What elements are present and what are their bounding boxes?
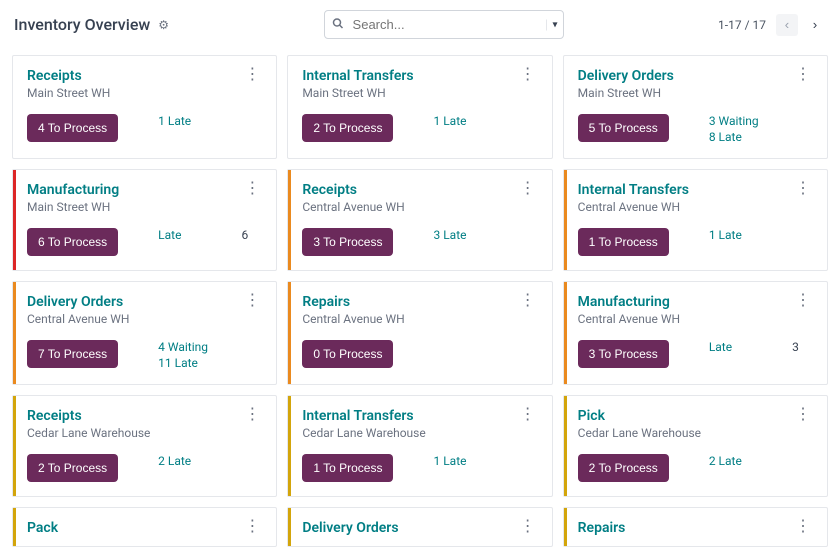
- kebab-icon[interactable]: ⋮: [518, 520, 538, 532]
- stat-link[interactable]: 3 Late: [433, 228, 466, 242]
- card-title[interactable]: Internal Transfers: [302, 68, 413, 84]
- card-subtitle: Cedar Lane Warehouse: [27, 426, 150, 440]
- card-title[interactable]: Manufacturing: [27, 182, 119, 198]
- to-process-button[interactable]: 2 To Process: [302, 114, 393, 142]
- to-process-button[interactable]: 5 To Process: [578, 114, 669, 142]
- stat-number: 3: [792, 340, 799, 354]
- to-process-button[interactable]: 1 To Process: [302, 454, 393, 482]
- gear-icon[interactable]: ⚙: [158, 18, 169, 32]
- operation-card: Internal Transfers Main Street WH ⋮ 2 To Pr…: [287, 55, 552, 159]
- card-title[interactable]: Delivery Orders: [302, 520, 398, 536]
- operation-card: Delivery Orders ⋮: [287, 507, 552, 547]
- kebab-icon[interactable]: ⋮: [518, 182, 538, 194]
- kebab-icon[interactable]: ⋮: [518, 408, 538, 420]
- card-subtitle: Main Street WH: [27, 200, 119, 214]
- to-process-button[interactable]: 3 To Process: [302, 228, 393, 256]
- kebab-icon[interactable]: ⋮: [793, 520, 813, 532]
- kebab-icon[interactable]: ⋮: [242, 68, 262, 80]
- stat-link[interactable]: 11 Late: [158, 356, 208, 370]
- search-icon: [332, 17, 344, 32]
- card-title[interactable]: Repairs: [302, 294, 404, 310]
- stat-link[interactable]: 1 Late: [158, 114, 191, 128]
- stat-link[interactable]: 1 Late: [433, 114, 466, 128]
- card-subtitle: Main Street WH: [578, 86, 674, 100]
- pager-prev-button[interactable]: ‹: [776, 14, 798, 36]
- operation-card: Manufacturing Main Street WH ⋮ 6 To Process…: [12, 169, 277, 271]
- kebab-icon[interactable]: ⋮: [242, 182, 262, 194]
- search-input[interactable]: [324, 10, 564, 39]
- stat-link[interactable]: Late: [158, 228, 181, 242]
- card-subtitle: Cedar Lane Warehouse: [302, 426, 425, 440]
- stat-link[interactable]: 2 Late: [709, 454, 742, 468]
- to-process-button[interactable]: 7 To Process: [27, 340, 118, 368]
- kebab-icon[interactable]: ⋮: [518, 68, 538, 80]
- pager-count: 1-17 / 17: [718, 18, 766, 32]
- card-subtitle: Main Street WH: [27, 86, 110, 100]
- stat-link[interactable]: 4 Waiting: [158, 340, 208, 354]
- card-subtitle: Central Avenue WH: [578, 312, 680, 326]
- stat-link[interactable]: 2 Late: [158, 454, 191, 468]
- card-title[interactable]: Internal Transfers: [578, 182, 689, 198]
- to-process-button[interactable]: 4 To Process: [27, 114, 118, 142]
- chevron-down-icon[interactable]: ▾: [546, 19, 558, 30]
- pager-next-button[interactable]: ›: [804, 14, 826, 36]
- to-process-button[interactable]: 0 To Process: [302, 340, 393, 368]
- page-title: Inventory Overview: [14, 15, 150, 34]
- kebab-icon[interactable]: ⋮: [793, 68, 813, 80]
- operation-card: Internal Transfers Cedar Lane Warehouse ⋮ 1…: [287, 395, 552, 497]
- operation-card: Repairs ⋮: [563, 507, 828, 547]
- card-title[interactable]: Internal Transfers: [302, 408, 425, 424]
- card-title[interactable]: Pack: [27, 520, 58, 536]
- operation-card: Receipts Main Street WH ⋮ 4 To Process 1 Lat…: [12, 55, 277, 159]
- stat-link[interactable]: Late: [709, 340, 732, 354]
- stat-number: 6: [241, 228, 248, 242]
- stat-link[interactable]: 1 Late: [709, 228, 742, 242]
- operation-card: Repairs Central Avenue WH ⋮ 0 To Process: [287, 281, 552, 385]
- stat-link[interactable]: 1 Late: [433, 454, 466, 468]
- card-title[interactable]: Repairs: [578, 520, 626, 536]
- card-title[interactable]: Receipts: [27, 408, 150, 424]
- operation-card: Manufacturing Central Avenue WH ⋮ 3 To Proc…: [563, 281, 828, 385]
- card-title[interactable]: Receipts: [302, 182, 404, 198]
- operation-card: Delivery Orders Central Avenue WH ⋮ 7 To Pr…: [12, 281, 277, 385]
- kebab-icon[interactable]: ⋮: [793, 294, 813, 306]
- card-subtitle: Central Avenue WH: [27, 312, 129, 326]
- kebab-icon[interactable]: ⋮: [793, 182, 813, 194]
- to-process-button[interactable]: 6 To Process: [27, 228, 118, 256]
- to-process-button[interactable]: 1 To Process: [578, 228, 669, 256]
- card-subtitle: Central Avenue WH: [578, 200, 689, 214]
- card-subtitle: Central Avenue WH: [302, 312, 404, 326]
- pager: 1-17 / 17 ‹ ›: [718, 14, 826, 36]
- to-process-button[interactable]: 2 To Process: [27, 454, 118, 482]
- kebab-icon[interactable]: ⋮: [793, 408, 813, 420]
- operation-card: Pack ⋮: [12, 507, 277, 547]
- to-process-button[interactable]: 3 To Process: [578, 340, 669, 368]
- search-container: ▾: [324, 10, 564, 39]
- card-subtitle: Main Street WH: [302, 86, 413, 100]
- operation-card: Internal Transfers Central Avenue WH ⋮ 1 To…: [563, 169, 828, 271]
- card-title[interactable]: Pick: [578, 408, 701, 424]
- stat-link[interactable]: 3 Waiting: [709, 114, 759, 128]
- kebab-icon[interactable]: ⋮: [242, 408, 262, 420]
- kebab-icon[interactable]: ⋮: [518, 294, 538, 306]
- kebab-icon[interactable]: ⋮: [242, 520, 262, 532]
- operation-card: Receipts Cedar Lane Warehouse ⋮ 2 To Proces…: [12, 395, 277, 497]
- kebab-icon[interactable]: ⋮: [242, 294, 262, 306]
- to-process-button[interactable]: 2 To Process: [578, 454, 669, 482]
- operation-card: Delivery Orders Main Street WH ⋮ 5 To Proce…: [563, 55, 828, 159]
- card-title[interactable]: Delivery Orders: [27, 294, 129, 310]
- operation-card: Receipts Central Avenue WH ⋮ 3 To Process 3 …: [287, 169, 552, 271]
- card-subtitle: Cedar Lane Warehouse: [578, 426, 701, 440]
- card-title[interactable]: Manufacturing: [578, 294, 680, 310]
- card-title[interactable]: Receipts: [27, 68, 110, 84]
- stat-link[interactable]: 8 Late: [709, 130, 759, 144]
- card-subtitle: Central Avenue WH: [302, 200, 404, 214]
- card-title[interactable]: Delivery Orders: [578, 68, 674, 84]
- operation-card: Pick Cedar Lane Warehouse ⋮ 2 To Process 2 L…: [563, 395, 828, 497]
